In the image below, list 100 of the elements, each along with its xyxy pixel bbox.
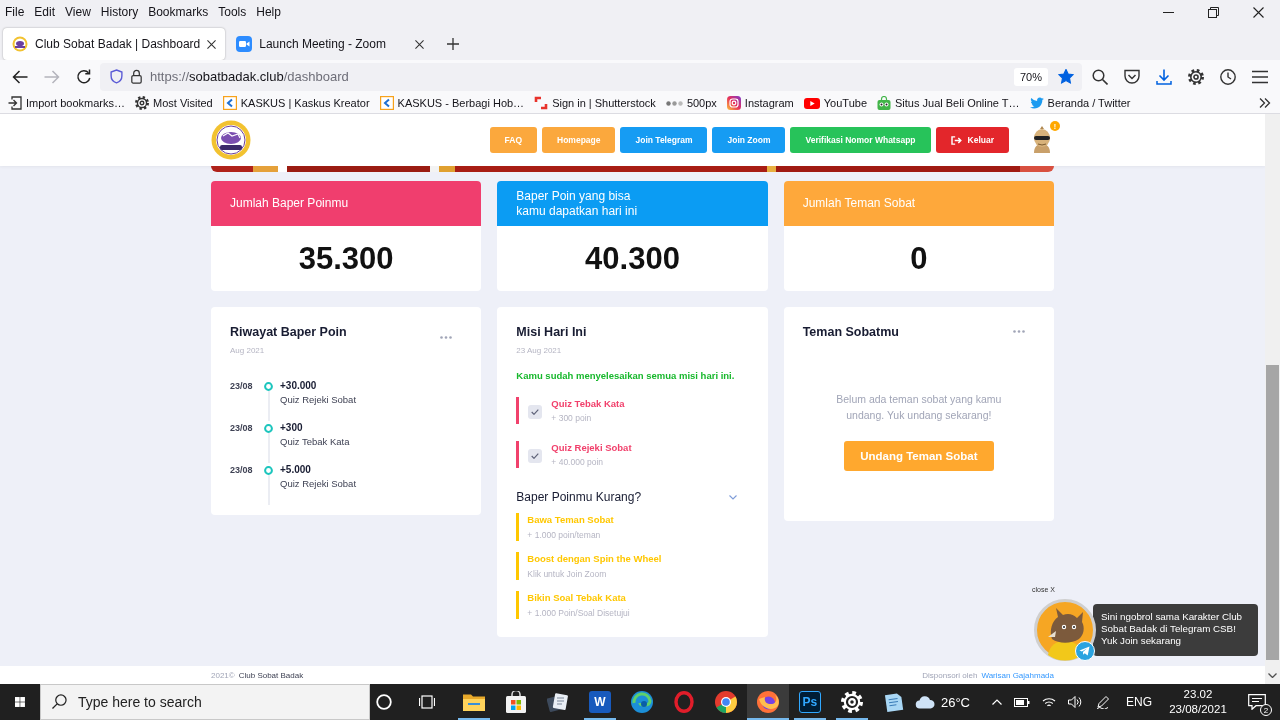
menu-item[interactable]: Bookmarks — [144, 5, 213, 19]
close-icon[interactable] — [415, 39, 425, 49]
logout-icon — [950, 135, 962, 145]
shield-icon[interactable] — [110, 69, 123, 84]
card-title: Misi Hari Ini — [516, 325, 588, 339]
scrollbar-thumb[interactable] — [1266, 365, 1279, 660]
nav-button[interactable]: Keluar — [935, 127, 1009, 153]
start-icon[interactable] — [15, 694, 25, 710]
scrollbar[interactable] — [1265, 114, 1280, 684]
entry-amount: +5.000 — [280, 463, 312, 477]
menu-item[interactable]: View — [61, 5, 95, 19]
address-field[interactable]: https://sobatbadak.club/dashboard 70% — [100, 62, 1082, 91]
tip-description: + 1.000 Poin/Soal Disetujui — [527, 608, 631, 618]
scroll-down-icon[interactable] — [1268, 673, 1277, 678]
check-icon — [531, 409, 540, 415]
bookmark-item[interactable]: Instagram — [726, 96, 794, 110]
lock-icon[interactable] — [130, 69, 143, 84]
ring-icon — [672, 691, 695, 713]
plus-icon[interactable] — [447, 38, 460, 50]
notification-icon[interactable] — [1248, 694, 1266, 710]
ring-icon[interactable] — [375, 694, 392, 710]
import-icon — [8, 96, 22, 110]
bookmark-item[interactable]: Sign in | Shutterstock — [534, 96, 656, 110]
check-icon — [531, 453, 540, 459]
clock-date[interactable]: 23/08/2021 — [1169, 702, 1227, 717]
search-icon[interactable] — [1092, 68, 1108, 85]
close-icon[interactable] — [207, 39, 217, 49]
minimize-icon[interactable] — [1163, 11, 1174, 13]
bookmark-item[interactable]: 500px — [665, 97, 717, 109]
bookmark-item[interactable]: KASKUS - Berbagi Hob… — [379, 96, 525, 110]
stat-card-header: Jumlah Baper Poinmu — [211, 181, 482, 226]
menu-icon[interactable] — [1252, 68, 1268, 85]
volume-icon[interactable] — [1068, 696, 1082, 708]
taskbar-app[interactable] — [746, 684, 789, 720]
menu-item[interactable]: File — [1, 5, 29, 19]
chevron-down-icon[interactable] — [728, 494, 737, 500]
entry-amount: +30.000 — [280, 379, 318, 393]
close-icon[interactable] — [1253, 6, 1264, 18]
task-view-icon[interactable] — [418, 694, 435, 710]
chevrons-icon[interactable] — [1259, 98, 1271, 108]
battery-icon[interactable] — [1014, 697, 1030, 707]
browser-tab[interactable]: Launch Meeting - Zoom — [227, 28, 434, 60]
download-icon[interactable] — [1156, 68, 1172, 85]
language-indicator[interactable]: ENG — [1126, 695, 1152, 709]
bookmark-item[interactable]: Situs Jual Beli Online T… — [877, 96, 1020, 110]
search-icon — [51, 694, 67, 709]
checkbox[interactable] — [528, 449, 543, 463]
bookmark-item[interactable]: Most Visited — [135, 96, 213, 110]
history-icon[interactable] — [1220, 68, 1236, 85]
mission-reward: + 40.000 poin — [551, 457, 605, 467]
wifi-icon[interactable] — [1042, 696, 1056, 708]
settings-icon[interactable] — [1188, 68, 1204, 85]
tip-description: Klik untuk Join Zoom — [527, 569, 608, 579]
mission-reward: + 300 poin — [551, 413, 593, 423]
chevron-tile-icon — [379, 96, 394, 110]
menu-item[interactable]: Edit — [30, 5, 60, 19]
menu-item[interactable]: Help — [252, 5, 285, 19]
tip-title: Bawa Teman Sobat — [527, 514, 615, 525]
tip-description: + 1.000 poin/teman — [527, 530, 602, 540]
card-subtitle: 23 Aug 2021 — [516, 346, 563, 355]
menu-item[interactable]: Tools — [214, 5, 251, 19]
checkbox[interactable] — [528, 405, 543, 419]
sponsor-label: Disponsori oleh — [922, 670, 978, 680]
bookmark-item[interactable]: YouTube — [803, 97, 867, 109]
back-icon[interactable] — [12, 69, 28, 84]
entry-date: 23/08 — [230, 422, 254, 435]
timeline-dot-icon — [264, 423, 273, 433]
fox-globe-icon — [756, 691, 779, 713]
bookmark-item[interactable]: KASKUS | Kaskus Kreator — [222, 96, 370, 110]
mission-title: Quiz Rejeki Sobat — [551, 442, 632, 453]
card-title: Teman Sobatmu — [802, 325, 899, 339]
chevron-up-icon[interactable] — [992, 699, 1002, 705]
menu-item[interactable]: History — [96, 5, 143, 19]
round-logo-icon — [714, 691, 737, 713]
reload-icon[interactable] — [76, 68, 92, 85]
logo-icon[interactable] — [211, 120, 251, 160]
mascot-icon[interactable] — [1034, 599, 1096, 661]
video-camera-icon — [236, 36, 253, 52]
restore-icon[interactable] — [1208, 6, 1219, 18]
app-logo: Ps — [798, 691, 821, 713]
chat-bubble[interactable]: Sini ngobrol sama Karakter Club Sobat Badak di Telegram CSB! Yuk Join sekarang — [1093, 604, 1258, 656]
paper-plane-icon[interactable] — [1075, 641, 1095, 661]
mission-title: Quiz Tebak Kata — [551, 398, 625, 409]
stat-value: 40.300 — [585, 240, 680, 277]
bird-icon — [1029, 96, 1044, 110]
weather-temperature[interactable]: 26°C — [940, 694, 970, 710]
zoom-level[interactable]: 70% — [1013, 67, 1048, 86]
star-icon[interactable] — [1058, 69, 1074, 84]
search-field[interactable]: Type here to search — [39, 684, 370, 720]
bookmark-item[interactable]: Beranda / Twitter — [1029, 96, 1131, 110]
pen-icon[interactable] — [1096, 695, 1110, 709]
pocket-icon[interactable] — [1124, 68, 1140, 85]
section-title: Baper Poinmu Kurang? — [516, 490, 642, 504]
bookmark-item[interactable]: Import bookmarks… — [8, 96, 126, 110]
footer-link[interactable]: Club Sobat Badak — [238, 670, 304, 680]
app-logo: W — [588, 691, 611, 713]
clock-time[interactable]: 23.02 — [1183, 687, 1213, 702]
shopping-bag-icon — [504, 691, 527, 713]
browser-tab[interactable]: Club Sobat Badak | Dashboard — [3, 28, 226, 60]
cloud-icon[interactable] — [914, 695, 935, 709]
